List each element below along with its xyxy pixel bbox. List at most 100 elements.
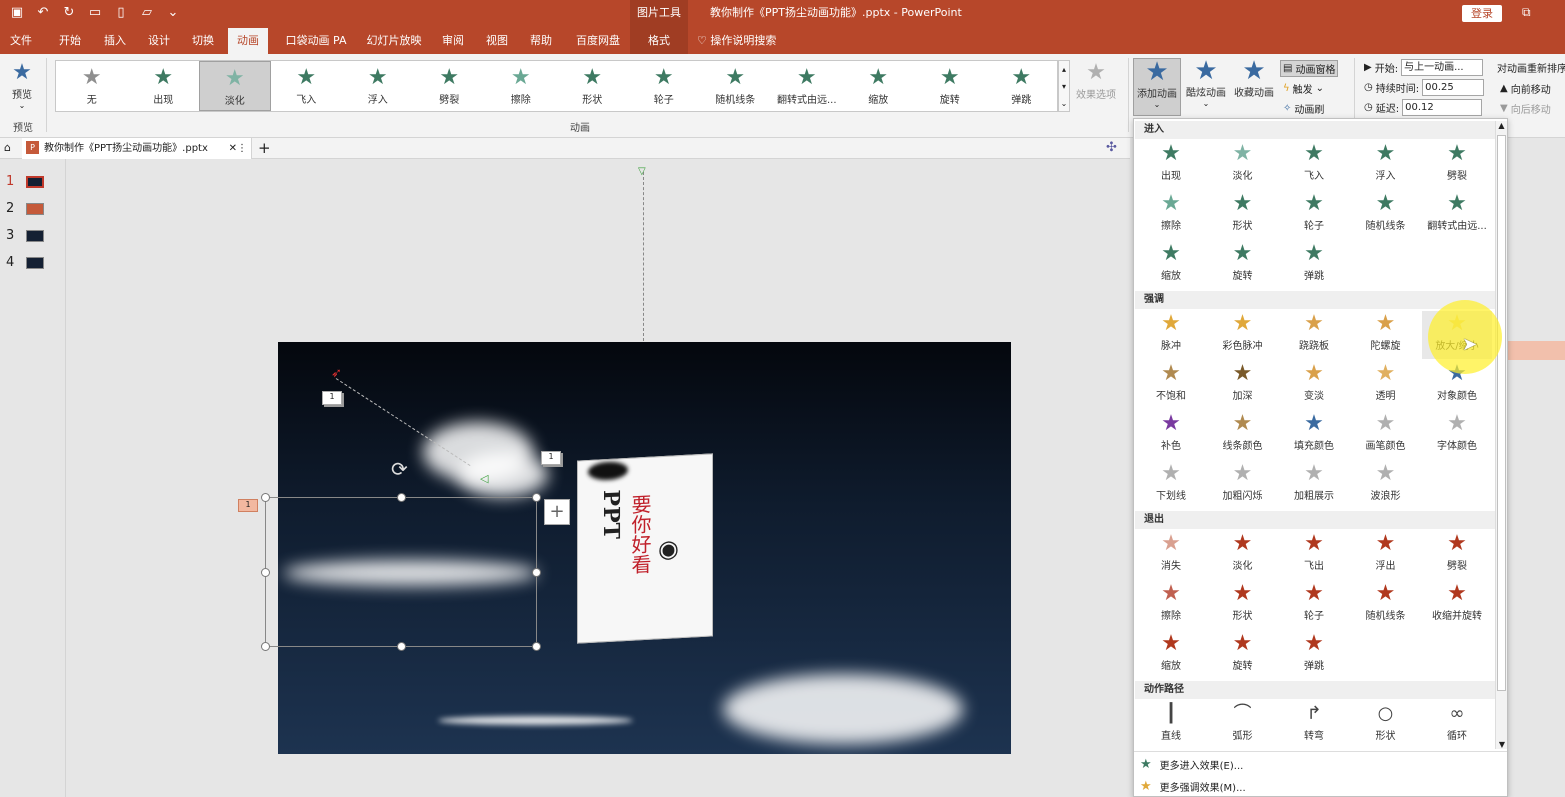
cool-animation-button[interactable]: ★ 酷炫动画 ⌄ <box>1182 58 1230 116</box>
resize-handle[interactable] <box>532 642 541 651</box>
effect-item[interactable]: ★ 加深 <box>1208 361 1278 409</box>
effect-item[interactable]: ★ 变淡 <box>1279 361 1349 409</box>
rotate-handle-icon[interactable]: ⟳ <box>391 457 408 481</box>
effect-item[interactable]: ★ 淡化 <box>1208 531 1278 579</box>
preview-button[interactable]: ★ 预览 ⌄ <box>4 60 40 118</box>
gallery-item[interactable]: ★ 轮子 <box>628 61 700 111</box>
add-animation-button[interactable]: ★ 添加动画 ⌄ <box>1133 58 1181 116</box>
effect-item[interactable]: ★ 不饱和 <box>1136 361 1206 409</box>
effect-item[interactable]: ★ 加粗闪烁 <box>1208 461 1278 509</box>
scroll-up-icon[interactable]: ▲ <box>1496 121 1507 130</box>
effect-item[interactable]: ↱ 转弯 <box>1279 701 1349 749</box>
effect-item[interactable]: ★ 填充颜色 <box>1279 411 1349 459</box>
slide-thumb-3[interactable]: 3 <box>6 228 44 243</box>
tab-animations[interactable]: 动画 <box>228 28 268 54</box>
animation-painter-button[interactable]: ✧ 动画刷 <box>1283 101 1324 116</box>
new-icon[interactable]: ▯ <box>112 4 130 22</box>
undo-icon[interactable]: ↶ <box>34 4 52 22</box>
effect-item[interactable]: ★ 旋转 <box>1208 241 1278 289</box>
document-tab[interactable]: P 教你制作《PPT扬尘动画功能》.pptx ✕ ⋮ <box>22 138 252 159</box>
tell-me-search[interactable]: ♡ 操作说明搜索 <box>697 28 776 54</box>
effect-item[interactable]: ★ 跷跷板 <box>1279 311 1349 359</box>
tab-view[interactable]: 视图 <box>480 28 514 54</box>
effect-item[interactable]: ★ 下划线 <box>1136 461 1206 509</box>
effect-item[interactable]: ★ 波浪形 <box>1351 461 1421 509</box>
restore-icon[interactable]: ⧉ <box>1522 5 1531 20</box>
effect-item[interactable]: ★ 画笔颜色 <box>1351 411 1421 459</box>
tab-design[interactable]: 设计 <box>142 28 176 54</box>
more-emphasis-effects[interactable]: ★ 更多强调效果(M)... <box>1140 779 1246 794</box>
gallery-item[interactable]: ★ 形状 <box>557 61 629 111</box>
trigger-button[interactable]: ϟ 触发 ⌄ <box>1283 81 1324 96</box>
effect-item[interactable]: ○ 形状 <box>1351 701 1421 749</box>
effect-item[interactable]: ★ 随机线条 <box>1351 191 1421 239</box>
effect-item[interactable]: ★ 形状 <box>1208 191 1278 239</box>
scroll-down-icon[interactable]: ▼ <box>1496 740 1508 749</box>
effect-item[interactable]: ★ 缩放 <box>1136 631 1206 679</box>
tab-format[interactable]: 格式 <box>630 28 688 54</box>
duration-input[interactable]: 00.25 <box>1422 79 1485 96</box>
gallery-item[interactable]: ★ 缩放 <box>843 61 915 111</box>
favorite-animation-button[interactable]: ★ 收藏动画 <box>1230 58 1278 116</box>
gallery-item[interactable]: ★ 浮入 <box>342 61 414 111</box>
gallery-item[interactable]: ★ 旋转 <box>914 61 986 111</box>
effect-item[interactable]: ★ 劈裂 <box>1422 531 1492 579</box>
slide-thumb-2[interactable]: 2 <box>6 201 44 216</box>
effect-item[interactable]: ★ 飞出 <box>1279 531 1349 579</box>
gallery-item[interactable]: ★ 弹跳 <box>986 61 1058 111</box>
effect-item[interactable]: ★ 补色 <box>1136 411 1206 459</box>
effect-item[interactable]: ★ 出现 <box>1136 141 1206 189</box>
animation-tag[interactable]: 1 <box>238 499 258 512</box>
effect-item[interactable]: ★ 浮入 <box>1351 141 1421 189</box>
animation-pane-button[interactable]: ▤ 动画窗格 <box>1280 60 1339 77</box>
tab-home[interactable]: 开始 <box>52 28 88 54</box>
gallery-item[interactable]: ★ 出现 <box>128 61 200 111</box>
resize-handle[interactable] <box>261 642 270 651</box>
effect-item[interactable]: ★ 消失 <box>1136 531 1206 579</box>
slide-thumb-4[interactable]: 4 <box>6 255 44 270</box>
tab-insert[interactable]: 插入 <box>98 28 132 54</box>
resize-handle[interactable] <box>532 493 541 502</box>
effect-item[interactable]: ★ 轮子 <box>1279 191 1349 239</box>
present-icon[interactable]: ▭ <box>86 4 104 22</box>
effect-item[interactable]: ┃ 直线 <box>1136 701 1206 749</box>
effect-item[interactable]: ★ 飞入 <box>1279 141 1349 189</box>
effect-item[interactable]: ★ 脉冲 <box>1136 311 1206 359</box>
login-button[interactable]: 登录 <box>1462 5 1502 22</box>
effect-item[interactable]: ★ 缩放 <box>1136 241 1206 289</box>
resize-handle[interactable] <box>532 568 541 577</box>
effect-item[interactable]: ★ 擦除 <box>1136 191 1206 239</box>
delay-input[interactable]: 00.12 <box>1402 99 1483 116</box>
effect-item[interactable]: ★ 线条颜色 <box>1208 411 1278 459</box>
book-image[interactable]: PPT 要你好看 ◉ <box>577 453 713 644</box>
effect-item[interactable]: ★ 劈裂 <box>1422 141 1492 189</box>
effect-item[interactable]: ★ 轮子 <box>1279 581 1349 629</box>
new-tab-icon[interactable]: + <box>258 139 271 157</box>
effect-item[interactable]: ★ 浮出 <box>1351 531 1421 579</box>
effect-item[interactable]: ★ 字体颜色 <box>1422 411 1492 459</box>
panel-scrollbar[interactable]: ▲ ▼ <box>1495 121 1507 749</box>
effect-item[interactable]: ★ 淡化 <box>1208 141 1278 189</box>
tab-slideshow[interactable]: 幻灯片放映 <box>362 28 426 54</box>
tab-pocket-animation[interactable]: 口袋动画 PA <box>280 28 352 54</box>
tab-transitions[interactable]: 切换 <box>186 28 220 54</box>
effect-item[interactable]: ★ 擦除 <box>1136 581 1206 629</box>
more-icon[interactable]: ⌄ <box>164 4 182 22</box>
gallery-item[interactable]: ★ 淡化 <box>199 61 271 111</box>
layout-options-icon[interactable]: + <box>544 499 570 525</box>
effect-item[interactable]: ★ 随机线条 <box>1351 581 1421 629</box>
move-earlier-button[interactable]: ▲ 向前移动 <box>1500 81 1551 96</box>
effect-item[interactable]: ⌒ 弧形 <box>1208 701 1278 749</box>
more-entrance-effects[interactable]: ★ 更多进入效果(E)... <box>1140 757 1243 772</box>
gallery-item[interactable]: ★ 翻转式由远... <box>771 61 843 111</box>
open-icon[interactable]: ▱ <box>138 4 156 22</box>
gallery-item[interactable]: ★ 劈裂 <box>414 61 486 111</box>
effect-item[interactable]: ★ 透明 <box>1351 361 1421 409</box>
effect-options-button[interactable]: ★ 效果选项 <box>1074 60 1118 101</box>
tab-file[interactable]: 文件 <box>6 28 36 54</box>
resize-handle[interactable] <box>397 493 406 502</box>
scroll-thumb[interactable] <box>1497 135 1506 691</box>
move-later-button[interactable]: ▼ 向后移动 <box>1500 101 1551 116</box>
effect-item[interactable]: ★ 陀螺旋 <box>1351 311 1421 359</box>
animation-order-badge[interactable]: 1 <box>322 391 342 405</box>
